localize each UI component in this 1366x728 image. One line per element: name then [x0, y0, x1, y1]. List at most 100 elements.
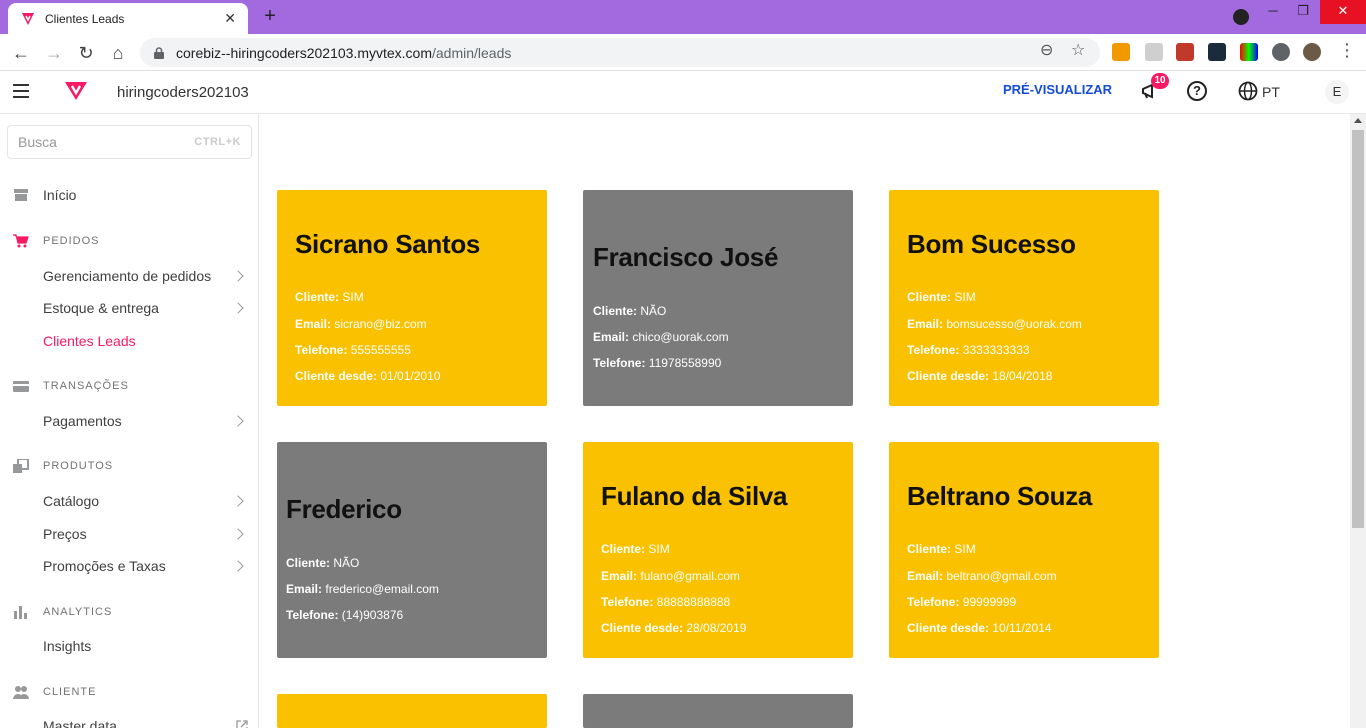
sidebar-item-label: Estoque & entrega [43, 300, 159, 316]
lead-telefone-line: Telefone: (14)903876 [286, 608, 403, 622]
n-extension-icon[interactable] [1208, 43, 1226, 61]
lead-card-partial[interactable] [277, 694, 547, 728]
users-icon [13, 686, 29, 699]
color-extension-icon[interactable] [1240, 43, 1258, 61]
browser-tab[interactable]: Clientes Leads ✕ [8, 3, 248, 34]
field-label: Email: [907, 317, 944, 331]
globe-icon[interactable] [1238, 81, 1258, 101]
preview-button[interactable]: PRÉ-VISUALIZAR [1003, 82, 1112, 97]
lead-card[interactable]: Fulano da Silva Cliente: SIM Email: fula… [583, 442, 853, 658]
lead-telefone-value: 555555555 [350, 343, 411, 357]
lead-email-line: Email: fulano@gmail.com [601, 569, 740, 583]
store-icon [14, 189, 28, 201]
sidebar-item-inicio[interactable]: Início [0, 181, 258, 209]
lead-card-partial[interactable] [583, 694, 853, 728]
lead-cliente-value: SIM [342, 290, 364, 304]
lead-desde-line: Cliente desde: 28/08/2019 [601, 621, 746, 635]
lead-email-line: Email: bomsucesso@uorak.com [907, 317, 1082, 331]
lead-card[interactable]: Bom Sucesso Cliente: SIM Email: bomsuces… [889, 190, 1159, 406]
m-extension-icon[interactable] [1145, 43, 1163, 61]
home-icon[interactable]: ⌂ [105, 40, 131, 66]
field-label: Telefone: [907, 343, 960, 357]
field-label: Telefone: [601, 595, 654, 609]
lead-telefone-value: 3333333333 [962, 343, 1030, 357]
search-input[interactable]: Busca CTRL+K [7, 125, 252, 159]
scroll-up-arrow-icon[interactable] [1354, 118, 1362, 123]
forward-icon[interactable]: → [41, 40, 67, 66]
user-avatar[interactable]: E [1325, 80, 1349, 104]
lead-card[interactable]: Beltrano Souza Cliente: SIM Email: beltr… [889, 442, 1159, 658]
profile-avatar[interactable] [1303, 43, 1321, 61]
sidebar-item-master-data[interactable]: Master data [0, 712, 258, 728]
sidebar-item-clientes-leads[interactable]: Clientes Leads [0, 327, 258, 355]
sidebar-section-cliente[interactable]: CLIENTE [0, 678, 258, 706]
lead-desde-line: Cliente desde: 18/04/2018 [907, 369, 1052, 383]
sidebar-item-gerenciamento[interactable]: Gerenciamento de pedidos [0, 262, 258, 290]
bookmark-star-icon[interactable]: ☆ [1071, 40, 1085, 60]
extensions-puzzle-icon[interactable] [1272, 43, 1290, 61]
sidebar-item-pagamentos[interactable]: Pagamentos [0, 407, 258, 435]
sidebar-section-pedidos[interactable]: PEDIDOS [0, 227, 258, 255]
section-label: ANALYTICS [43, 606, 113, 618]
field-label: Cliente: [601, 542, 646, 556]
field-label: Cliente: [295, 290, 340, 304]
sidebar-section-transacoes[interactable]: TRANSAÇÕES [0, 372, 258, 400]
lead-cliente-value: NÃO [333, 556, 360, 570]
profile-menu-icon[interactable] [1233, 9, 1249, 25]
lead-telefone-value: 11978558990 [648, 356, 722, 370]
field-label: Cliente desde: [295, 369, 378, 383]
account-name: hiringcoders202103 [117, 84, 249, 101]
lead-card[interactable]: Francisco José Cliente: NÃO Email: chico… [583, 190, 853, 406]
tab-close-icon[interactable]: ✕ [224, 10, 236, 27]
menu-icon[interactable] [13, 84, 29, 98]
chevron-right-icon [232, 415, 244, 427]
field-label: Cliente desde: [907, 621, 990, 635]
sidebar-item-catalogo[interactable]: Catálogo [0, 487, 258, 515]
address-bar[interactable]: corebiz--hiringcoders202103.myvtex.com/a… [140, 38, 1100, 67]
lead-name: Fulano da Silva [601, 481, 788, 511]
language-selector[interactable]: PT [1262, 84, 1280, 100]
vtex-favicon-icon [22, 12, 34, 25]
sidebar-item-promocoes[interactable]: Promoções e Taxas [0, 552, 258, 580]
lead-email-value: fulano@gmail.com [640, 569, 740, 583]
lead-email-line: Email: frederico@email.com [286, 582, 439, 596]
page-scrollbar[interactable] [1350, 114, 1366, 728]
sidebar-section-analytics[interactable]: ANALYTICS [0, 598, 258, 626]
lead-cliente-line: Cliente: SIM [907, 290, 976, 304]
sidebar-section-produtos[interactable]: PRODUTOS [0, 452, 258, 480]
sidebar-item-precos[interactable]: Preços [0, 520, 258, 548]
url-domain: corebiz--hiringcoders202103.myvtex.com [176, 44, 432, 61]
lead-name: Beltrano Souza [907, 481, 1093, 511]
section-label: TRANSAÇÕES [43, 380, 129, 392]
help-icon[interactable]: ? [1187, 81, 1207, 101]
url-path: /admin/leads [432, 44, 512, 61]
bar-chart-icon [14, 606, 27, 619]
lead-email-value: bomsucesso@uorak.com [946, 317, 1082, 331]
vtex-logo-icon[interactable] [64, 81, 88, 101]
sidebar-item-label: Promoções e Taxas [43, 558, 166, 574]
lead-card[interactable]: Sicrano Santos Cliente: SIM Email: sicra… [277, 190, 547, 406]
notification-badge: 10 [1151, 73, 1169, 89]
sidebar-item-insights[interactable]: Insights [0, 632, 258, 660]
lead-cliente-value: SIM [954, 542, 976, 556]
lead-email-line: Email: beltrano@gmail.com [907, 569, 1057, 583]
field-label: Telefone: [295, 343, 348, 357]
zoom-icon[interactable]: ⊖ [1040, 40, 1053, 60]
browser-menu-icon[interactable]: ⋮ [1338, 40, 1356, 61]
scrollbar-thumb[interactable] [1352, 130, 1364, 528]
field-label: Email: [295, 317, 332, 331]
field-label: Email: [286, 582, 323, 596]
sidebar-item-estoque[interactable]: Estoque & entrega [0, 294, 258, 322]
close-window-button[interactable]: ✕ [1320, 0, 1366, 24]
lead-desde-line: Cliente desde: 10/11/2014 [907, 621, 1052, 635]
new-tab-button[interactable]: + [258, 5, 282, 29]
lead-cliente-line: Cliente: SIM [907, 542, 976, 556]
back-icon[interactable]: ← [8, 40, 34, 66]
grid-extension-icon[interactable] [1176, 43, 1194, 61]
field-label: Cliente: [907, 542, 952, 556]
lead-card[interactable]: Frederico Cliente: NÃO Email: frederico@… [277, 442, 547, 658]
reload-icon[interactable]: ↻ [73, 40, 99, 66]
external-link-icon [236, 720, 248, 728]
lead-telefone-line: Telefone: 88888888888 [601, 595, 730, 609]
key-extension-icon[interactable] [1112, 43, 1130, 61]
